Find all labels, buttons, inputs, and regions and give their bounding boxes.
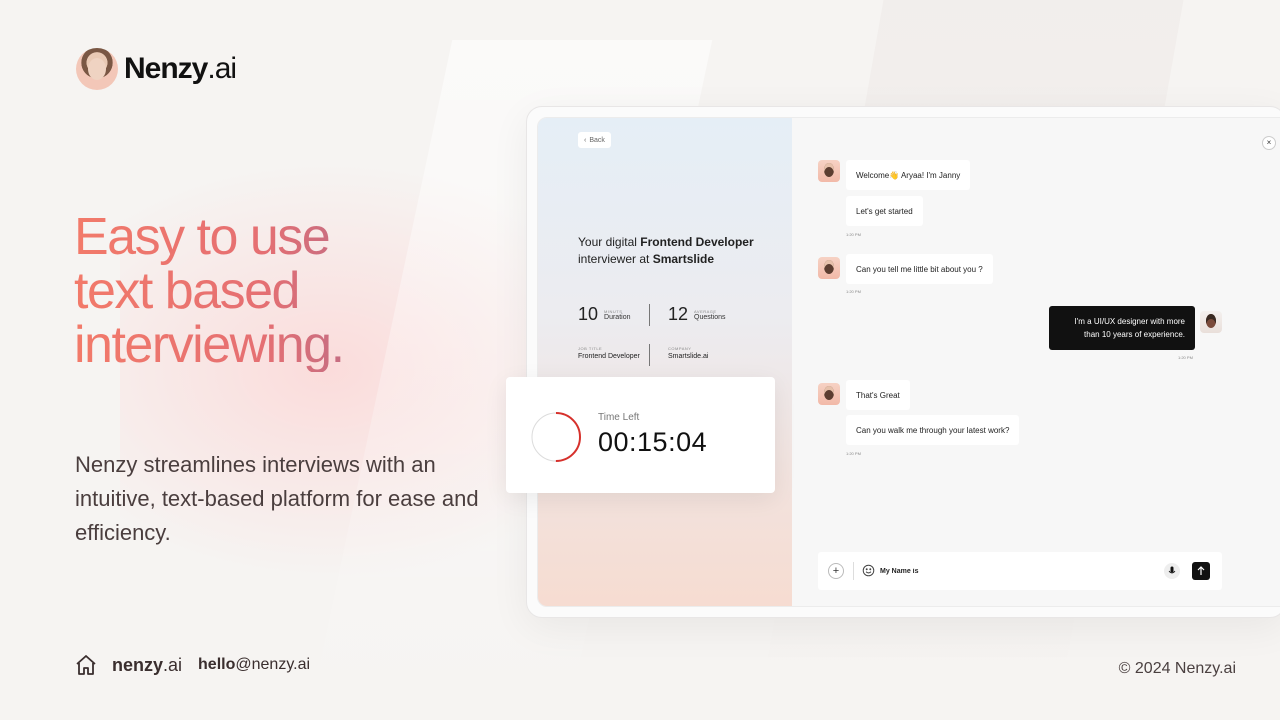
- divider: [649, 344, 650, 366]
- info-value: Frontend Developer: [578, 353, 640, 360]
- subtext: Nenzy streamlines interviews with an int…: [75, 452, 479, 545]
- chat-panel: × Welcome👋 Aryaa! I'm Janny Let's get st…: [792, 118, 1280, 606]
- stat-number: 10: [578, 304, 599, 324]
- device-mockup: ‹ Back Your digital Frontend Developer i…: [526, 106, 1280, 618]
- arrow-up-icon: [1197, 566, 1205, 575]
- title-prefix: Your digital: [578, 235, 641, 249]
- message-timestamp: 1:20 PM: [846, 451, 861, 456]
- message-input[interactable]: [880, 562, 1150, 580]
- chat-input-bar: +: [818, 552, 1222, 590]
- timer-value: 00:15:04: [598, 427, 708, 457]
- close-button[interactable]: ×: [1262, 136, 1276, 150]
- stat-number: 12: [668, 304, 689, 324]
- microphone-button[interactable]: [1164, 563, 1180, 579]
- brand-name-bold: Nenzy: [124, 52, 208, 85]
- interviewer-avatar: [818, 257, 840, 279]
- send-button[interactable]: [1192, 562, 1210, 580]
- info-value: Smartslide.ai: [668, 353, 709, 360]
- divider: [853, 562, 854, 580]
- back-button[interactable]: ‹ Back: [578, 132, 611, 148]
- message-bubble: Let's get started: [846, 196, 923, 226]
- brand-avatar: [76, 48, 118, 90]
- brand-name: Nenzy.ai: [124, 52, 237, 86]
- info-job-title: JOB TITLE Frontend Developer: [578, 346, 640, 360]
- brand-logo: Nenzy.ai: [76, 48, 237, 90]
- info-label: COMPANY: [668, 346, 692, 351]
- stat-label: Questions: [694, 313, 726, 321]
- message-timestamp: 1:20 PM: [1178, 355, 1193, 360]
- info-company: COMPANY Smartslide.ai: [668, 346, 708, 360]
- chevron-left-icon: ‹: [584, 136, 587, 144]
- user-message-bubble: I'm a UI/UX designer with more than 10 y…: [1049, 306, 1195, 350]
- message-bubble: Can you walk me through your latest work…: [846, 415, 1020, 445]
- interview-title: Your digital Frontend Developer intervie…: [578, 234, 778, 268]
- brand-name-light: .ai: [207, 52, 237, 85]
- headline-line: interviewing.: [74, 316, 344, 374]
- timer-card: Time Left 00:15:04: [506, 377, 775, 493]
- emoji-icon[interactable]: [862, 564, 875, 577]
- timer-label: Time Left: [598, 412, 640, 423]
- back-label: Back: [589, 136, 605, 144]
- footer-brand[interactable]: nenzy.ai: [112, 655, 182, 676]
- stat-label: Duration: [604, 313, 631, 321]
- user-avatar: [1200, 311, 1222, 333]
- message-timestamp: 1:20 PM: [846, 289, 861, 294]
- headline-line: Easy to use: [74, 208, 330, 266]
- footer-brand-light: .ai: [163, 654, 183, 675]
- timer-progress-ring: [531, 412, 581, 462]
- message-bubble: Can you tell me little bit about you ?: [846, 254, 993, 284]
- footer-contact: nenzy.ai hello@nenzy.ai: [74, 653, 310, 677]
- interviewer-avatar: [818, 160, 840, 182]
- footer-brand-bold: nenzy: [112, 654, 164, 675]
- headline-line: text based: [74, 262, 299, 320]
- interview-info-panel: ‹ Back Your digital Frontend Developer i…: [538, 118, 792, 606]
- divider: [649, 304, 650, 326]
- message-timestamp: 1:20 PM: [846, 232, 861, 237]
- home-icon: [76, 655, 96, 675]
- info-label: JOB TITLE: [578, 346, 603, 351]
- title-mid: interviewer at: [578, 252, 653, 266]
- message-bubble: That's Great: [846, 380, 910, 410]
- copyright: © 2024 Nenzy.ai: [1118, 660, 1236, 677]
- microphone-icon: [1168, 566, 1176, 574]
- footer-email-link[interactable]: hello@nenzy.ai: [198, 656, 310, 674]
- add-attachment-button[interactable]: +: [828, 563, 844, 579]
- stat-questions: 12 AVERAGE Questions: [668, 304, 726, 325]
- footer-email-rest: @nenzy.ai: [235, 656, 311, 673]
- message-bubble: Welcome👋 Aryaa! I'm Janny: [846, 160, 971, 190]
- title-company: Smartslide: [652, 252, 715, 266]
- headline: Easy to use text based interviewing.: [74, 210, 494, 372]
- footer-email-bold: hello: [198, 656, 236, 673]
- stat-duration: 10 MINUTS Duration: [578, 304, 631, 325]
- interviewer-avatar: [818, 383, 840, 405]
- app-screen: ‹ Back Your digital Frontend Developer i…: [537, 117, 1280, 607]
- title-role: Frontend Developer: [640, 235, 754, 249]
